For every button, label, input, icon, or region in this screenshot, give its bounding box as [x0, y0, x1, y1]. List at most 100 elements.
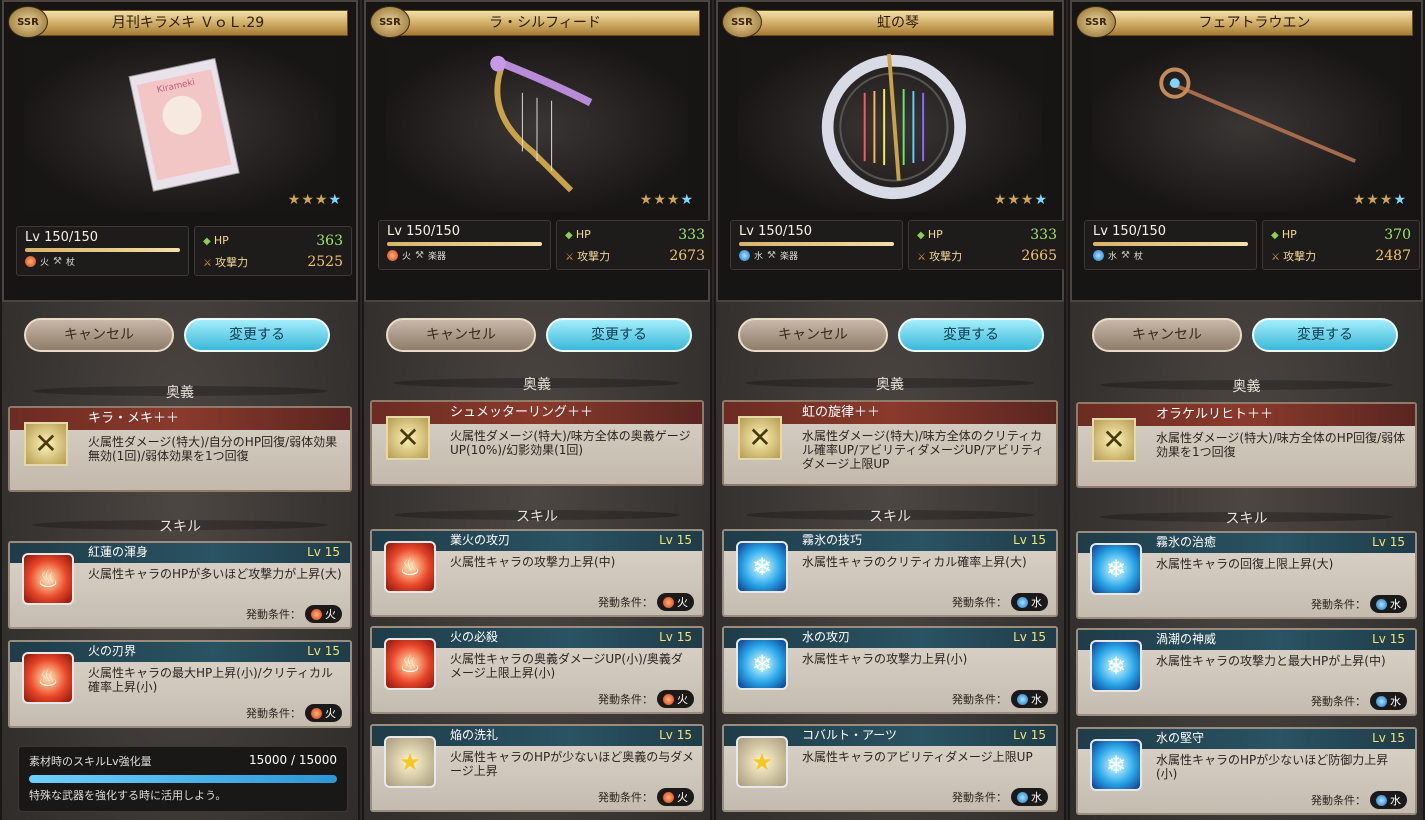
water-icon [739, 250, 750, 261]
skill-fire-icon: ♨ [22, 553, 74, 605]
skill-description: 水属性キャラのアビリティダメージ上限UP [802, 750, 1033, 764]
uncap-stars-icon: ★★★★ [640, 192, 694, 208]
stat-box: ◆ HP 363 ⚔ 攻撃力 2525 [194, 226, 352, 276]
element-badge: 火 [657, 788, 694, 806]
skill-name: 業火の攻刃 [450, 533, 511, 547]
skill-card: 焔の洗礼 Lv 15 ★ 火属性キャラのHPが少ないほど奥義の与ダメージ上昇 発動条件：… [370, 724, 704, 812]
gold-star-icon: ★★★ [639, 192, 681, 208]
weapon-type-icon: ⚒ [53, 256, 62, 267]
element-badge: 火 [657, 593, 694, 611]
element-label: 火 [402, 252, 412, 262]
skill-name: 水の堅守 [1156, 731, 1205, 745]
stat-box: ◆ HP 333 ⚔ 攻撃力 2673 [556, 220, 710, 270]
hp-label: HP [1281, 228, 1297, 241]
cancel-button[interactable]: キャンセル [24, 318, 174, 352]
skill-card: 水の堅守 Lv 15 ❄ 水属性キャラのHPが少ないほど防御力上昇(小) 発動条件： 水 [1076, 727, 1417, 815]
attack-icon: ⚔ [917, 251, 930, 263]
skill-trigger: 発動条件： 火 [246, 605, 342, 623]
change-button[interactable]: 変更する [546, 318, 692, 352]
skill-water-icon: ❄ [736, 638, 788, 690]
cancel-button[interactable]: キャンセル [738, 318, 888, 352]
skill-trigger: 発動条件： 火 [598, 788, 694, 806]
ougi-card: 虹の旋律＋＋ ✕ 水属性ダメージ(特大)/味方全体のクリティカル確率UP/アビリティ… [722, 400, 1058, 486]
stat-box: ◆ HP 333 ⚔ 攻撃力 2665 [908, 220, 1064, 270]
skill-level: Lv 15 [1372, 632, 1405, 646]
cancel-button[interactable]: キャンセル [386, 318, 536, 352]
skill-description: 火属性キャラの最大HP上昇(小)/クリティカル確率上昇(小) [88, 666, 333, 694]
skill-water-icon: ❄ [1090, 543, 1142, 595]
skill-fire-icon: ♨ [384, 541, 436, 593]
element-badge-label: 火 [677, 693, 688, 706]
element-badge-label: 水 [1031, 596, 1042, 609]
level-box: Lv 150/150 水 ⚒ 楽器 [730, 220, 903, 270]
skill-trigger: 発動条件： 水 [952, 593, 1048, 611]
element-badge: 水 [1011, 690, 1048, 708]
skill-trigger: 発動条件： 水 [1311, 791, 1407, 809]
ougi-section-label: 奥義 [1232, 379, 1261, 395]
element-badge: 水 [1370, 692, 1407, 710]
ougi-swords-icon: ✕ [386, 416, 430, 460]
hp-value: 333 [1030, 226, 1057, 243]
fire-icon [663, 693, 674, 705]
hp-value: 333 [678, 226, 705, 243]
attack-label: 攻撃力 [577, 249, 611, 263]
hp-label: HP [575, 228, 591, 241]
ougi-swords-icon: ✕ [1092, 418, 1136, 462]
change-button[interactable]: 変更する [1252, 318, 1398, 352]
gold-star-icon: ★★★ [993, 192, 1035, 208]
attack-value: 2525 [307, 253, 343, 270]
ougi-section-label: 奥義 [523, 377, 551, 393]
level-text: Lv 150/150 [739, 224, 813, 239]
change-button[interactable]: 変更する [184, 318, 330, 352]
attack-icon: ⚔ [565, 251, 578, 263]
ougi-card: シュメッターリング＋＋ ✕ 火属性ダメージ(特大)/味方全体の奥義ゲージUP(10%… [370, 400, 704, 486]
level-bar [387, 242, 542, 246]
weapon-type-icon: ⚒ [767, 250, 776, 261]
skill-card: 渦潮の神威 Lv 15 ❄ 水属性キャラの攻撃力と最大HPが上昇(中) 発動条件： 水 [1076, 628, 1417, 716]
skill-level: Lv 15 [1013, 728, 1046, 742]
cancel-button[interactable]: キャンセル [1092, 318, 1242, 352]
water-icon [1093, 250, 1104, 261]
weapon-image: Kirameki [24, 42, 336, 212]
skill-description: 水属性キャラの回復上限上昇(大) [1156, 557, 1334, 571]
skill-level: Lv 15 [659, 630, 692, 644]
fire-icon [311, 707, 322, 719]
trigger-label: 発動条件： [1311, 794, 1366, 807]
hp-icon: ◆ [1271, 230, 1282, 241]
skill-level: Lv 15 [1372, 731, 1405, 745]
element-label: 水 [1108, 252, 1118, 262]
skill-water-icon: ❄ [1090, 739, 1142, 791]
skill-card: 水の攻刃 Lv 15 ❄ 水属性キャラの攻撃力上昇(小) 発動条件： 水 [722, 626, 1058, 714]
change-button[interactable]: 変更する [898, 318, 1044, 352]
skill-description: 火属性キャラの奥義ダメージUP(小)/奥義ダメージ上限上昇(小) [450, 652, 683, 680]
level-bar [739, 242, 894, 246]
level-text: Lv 150/150 [25, 230, 99, 245]
ougi-description: 水属性ダメージ(特大)/味方全体のクリティカル確率UP/アビリティダメージUP/… [802, 429, 1045, 471]
ougi-description: 水属性ダメージ(特大)/味方全体のHP回復/弱体効果を1つ回復 [1156, 431, 1406, 459]
fire-icon [311, 608, 322, 620]
weapon-type-label: 杖 [65, 258, 75, 268]
weapon-panel: ラ・シルフィード SSR ★★★★ Lv 150/150 火 ⚒ 楽器 ◆ HP 333 ⚔ 攻撃… [362, 0, 712, 820]
skill-water-icon: ❄ [736, 541, 788, 593]
weapon-panel: 月刊キラメキ ＶｏＬ.29 SSR Kirameki ★★★★ Lv 150/150 火 ⚒… [0, 0, 360, 820]
ougi-swords-icon: ✕ [738, 416, 782, 460]
stat-box: ◆ HP 370 ⚔ 攻撃力 2487 [1262, 220, 1420, 270]
element-badge-label: 水 [1390, 598, 1401, 611]
level-box: Lv 150/150 水 ⚒ 杖 [1084, 220, 1257, 270]
element-badge-label: 火 [677, 596, 688, 609]
skill-trigger: 発動条件： 水 [952, 690, 1048, 708]
weapon-header: 虹の琴 SSR ★★★★ Lv 150/150 水 ⚒ 楽器 ◆ HP 333 ⚔ 攻撃力 2665 [716, 0, 1064, 302]
skill-name: コバルト・アーツ [802, 728, 898, 742]
level-text: Lv 150/150 [387, 224, 461, 239]
element-badge-label: 水 [1031, 791, 1042, 804]
skill-name: 焔の洗礼 [450, 728, 499, 742]
skill-description: 火属性キャラのHPが少ないほど奥義の与ダメージ上昇 [450, 750, 694, 778]
weapon-image [738, 42, 1042, 212]
element-badge: 火 [657, 690, 694, 708]
weapon-header: ラ・シルフィード SSR ★★★★ Lv 150/150 火 ⚒ 楽器 ◆ HP 333 ⚔ 攻撃… [364, 0, 710, 302]
fire-icon [25, 256, 36, 267]
trigger-label: 発動条件： [1311, 598, 1366, 611]
skill-description: 水属性キャラのHPが少ないほど防御力上昇(小) [1156, 753, 1389, 781]
skill-name: 渦潮の神威 [1156, 632, 1217, 646]
element-badge-label: 火 [325, 707, 336, 720]
